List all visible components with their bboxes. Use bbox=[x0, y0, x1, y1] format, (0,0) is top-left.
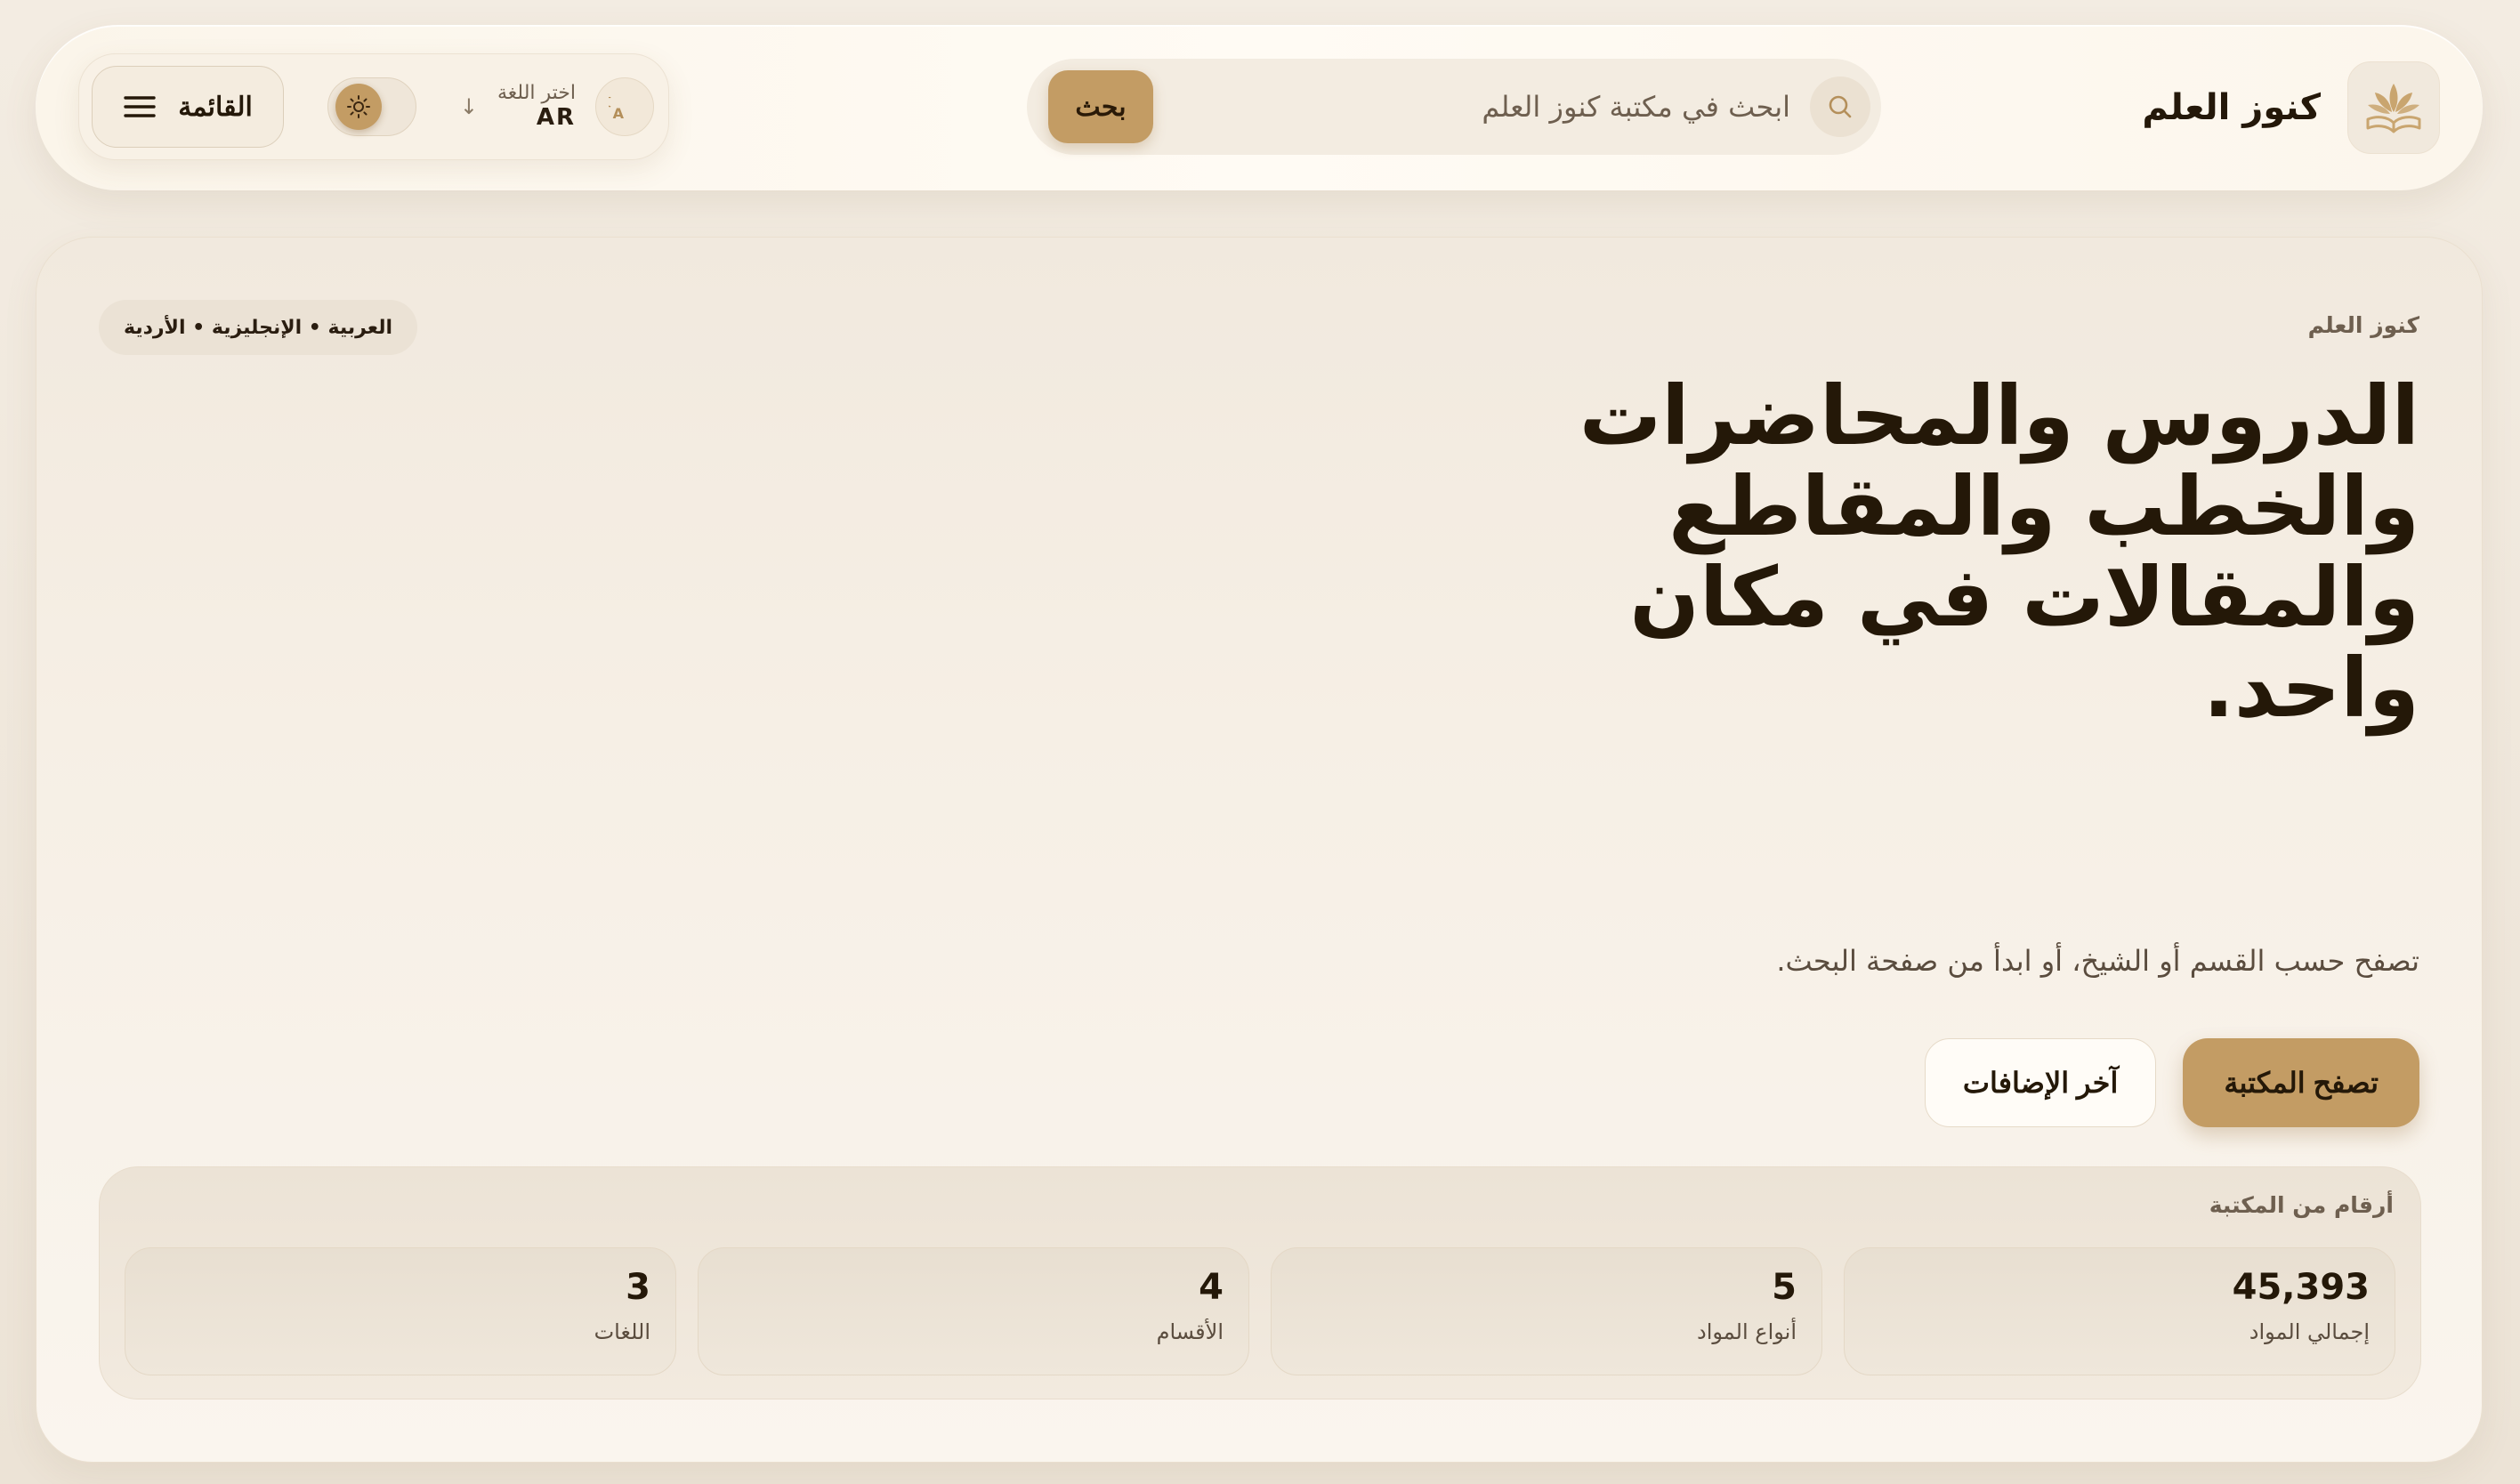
menu-icon bbox=[124, 96, 156, 117]
stat-label: الأقسام bbox=[1156, 1319, 1224, 1344]
stat-label: أنواع المواد bbox=[1697, 1319, 1797, 1344]
arrow-down-icon: ↓ bbox=[459, 94, 478, 119]
stat-card-item-types: 5 أنواع المواد bbox=[1271, 1247, 1822, 1375]
translate-icon[interactable]: 文 A bbox=[595, 77, 654, 136]
brand-name: كنوز العلم bbox=[2142, 87, 2321, 128]
stat-value: 45,393 bbox=[2232, 1267, 2370, 1308]
header-controls: 文 A اختر اللغة AR ↓ bbox=[78, 53, 669, 160]
top-header: كنوز العلم ابحث في مكتبة كنوز العلم بحث … bbox=[36, 25, 2483, 190]
svg-text:文: 文 bbox=[609, 93, 611, 109]
theme-toggle[interactable] bbox=[327, 77, 416, 136]
search-icon bbox=[1810, 77, 1870, 137]
svg-text:A: A bbox=[613, 105, 625, 122]
language-caption: اختر اللغة bbox=[497, 82, 576, 105]
sun-icon bbox=[335, 84, 382, 130]
language-code: AR bbox=[536, 103, 576, 131]
latest-additions-button[interactable]: آخر الإضافات bbox=[1924, 1038, 2157, 1127]
stat-card-languages: 3 اللغات bbox=[125, 1247, 676, 1375]
search-placeholder: ابحث في مكتبة كنوز العلم bbox=[1482, 90, 1790, 124]
stat-label: اللغات bbox=[594, 1319, 650, 1344]
languages-pill: العربية • الإنجليزية • الأردية bbox=[99, 300, 418, 355]
search-input[interactable]: ابحث في مكتبة كنوز العلم bbox=[1482, 77, 1870, 137]
language-text: اختر اللغة AR bbox=[497, 82, 576, 131]
stat-value: 4 bbox=[1199, 1267, 1224, 1308]
stat-value: 3 bbox=[626, 1267, 650, 1308]
cta-row: تصفح المكتبة آخر الإضافات bbox=[1924, 1038, 2419, 1127]
stats-grid: 45,393 إجمالي المواد 5 أنواع المواد 4 ال… bbox=[125, 1247, 2395, 1375]
stat-card-sections: 4 الأقسام bbox=[698, 1247, 1249, 1375]
hero-headline: الدروس والمحاضرات والخطب والمقاطع والمقا… bbox=[1579, 368, 2419, 736]
browse-library-button[interactable]: تصفح المكتبة bbox=[2183, 1038, 2419, 1127]
stat-card-total-items: 45,393 إجمالي المواد bbox=[1844, 1247, 2395, 1375]
language-selector[interactable]: 文 A اختر اللغة AR ↓ bbox=[460, 77, 654, 136]
book-plant-logo-icon bbox=[2347, 61, 2440, 154]
hero-card: كنوز العلم العربية • الإنجليزية • الأردي… bbox=[36, 237, 2483, 1463]
library-stats: أرقام من المكتبة 45,393 إجمالي المواد 5 … bbox=[99, 1166, 2421, 1399]
search-bar: ابحث في مكتبة كنوز العلم بحث bbox=[1027, 59, 1881, 155]
search-button[interactable]: بحث bbox=[1048, 70, 1153, 143]
stat-label: إجمالي المواد bbox=[2249, 1319, 2370, 1344]
menu-button[interactable]: القائمة bbox=[92, 66, 285, 148]
stat-value: 5 bbox=[1772, 1267, 1797, 1308]
brand[interactable]: كنوز العلم bbox=[2142, 61, 2440, 154]
hero-eyebrow: كنوز العلم bbox=[2307, 312, 2419, 338]
menu-label: القائمة bbox=[178, 92, 253, 122]
stats-title: أرقام من المكتبة bbox=[2209, 1192, 2394, 1218]
hero-subtitle: تصفح حسب القسم أو الشيخ، أو ابدأ من صفحة… bbox=[1776, 944, 2419, 978]
